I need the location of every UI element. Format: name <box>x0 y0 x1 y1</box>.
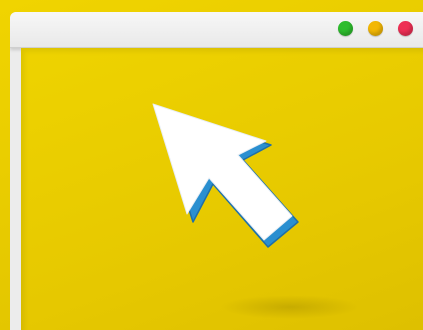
cursor-face <box>152 103 293 241</box>
mouse-pointer-icon <box>152 103 299 248</box>
yellow-background <box>0 0 423 330</box>
